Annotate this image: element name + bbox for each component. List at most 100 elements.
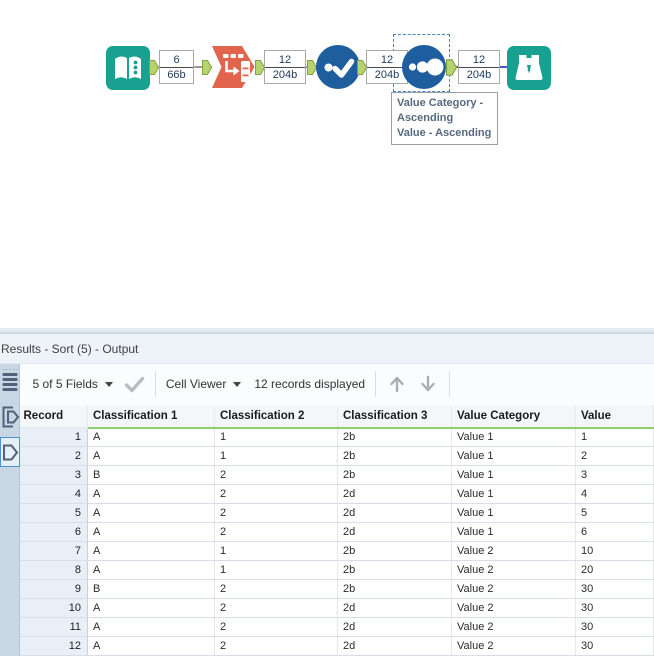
record-count-badge: 12 204b [458,50,500,84]
column-header-classification-1[interactable]: Classification 1 [87,404,215,429]
record-number-cell: 5 [19,503,88,523]
data-cell: 2d [337,503,452,523]
transpose-icon [212,46,255,88]
data-cell: 2b [337,579,452,599]
data-cell: 2 [214,465,338,485]
column-header-classification-3[interactable]: Classification 3 [337,404,452,429]
results-panel: Results - Sort (5) - Output ..... 5 of 5… [0,328,654,656]
table-row[interactable]: 10 A 2 2d Value 2 30 [19,598,654,618]
record-number-cell: 12 [19,636,88,656]
table-row[interactable]: 2 A 1 2b Value 12 [19,446,654,466]
data-cell: Value 1 [451,484,576,504]
record-count: 12 [265,53,305,68]
record-count: 12 [459,53,499,68]
output-anchor-icon [2,444,18,460]
data-cell: 2b [337,541,452,561]
data-cell: 2d [337,598,452,618]
data-cell: A [87,598,215,618]
records-displayed-label: 12 records displayed [254,377,366,392]
chevron-down-icon [104,381,113,387]
fields-label: 5 of 5 Fields [32,377,98,392]
record-number-cell: 2 [19,446,88,466]
table-row[interactable]: 1 A 1 2b Value 11 [19,427,654,447]
browse-tool[interactable] [507,46,551,90]
scroll-down-icon[interactable] [417,373,439,395]
toolbar-separator [375,371,377,398]
data-cell: 1 [214,560,338,580]
output-anchor[interactable] [149,60,159,75]
data-cell: A [87,617,215,637]
input-data-icon [106,46,150,90]
browse-binoculars-icon [507,46,551,90]
output-anchor[interactable] [446,59,457,76]
data-cell: 2 [575,446,654,466]
record-count: 6 [160,53,193,68]
data-cell: 1 [214,446,338,466]
record-count-badge: 6 66b [159,50,194,84]
table-row[interactable]: 3 B 2 2b Value 13 [19,465,654,485]
data-cell: A [87,484,215,504]
byte-count: 66b [167,68,186,81]
data-cell: 1 [214,541,338,561]
table-row[interactable]: 11 A 2 2d Value 2 30 [19,617,654,637]
input-data-tool[interactable] [106,46,150,90]
data-cell: 2 [214,617,338,637]
table-row[interactable]: 7 A 1 2b Value 2 10 [19,541,654,561]
fields-dropdown[interactable]: 5 of 5 Fields [33,377,113,391]
data-cell: 2 [214,579,338,599]
column-header-record[interactable]: Record [19,404,88,429]
record-number-cell: 10 [19,598,88,618]
workflow-canvas[interactable]: 6 66b 12 204b 12 204b 12 204b Value Cate… [0,0,654,328]
results-table: Record Classification 1 Classification 2… [19,404,654,656]
toolbar-separator [154,371,156,398]
data-cell: 2 [214,522,338,542]
record-number-cell: 4 [19,484,88,504]
record-number-cell: 7 [19,541,88,561]
data-cell: Value 2 [451,617,576,637]
input-anchor-icon[interactable] [1,405,20,429]
data-cell: A [87,522,215,542]
column-header-value-category[interactable]: Value Category [451,404,576,429]
transpose-tool[interactable] [211,45,256,89]
table-row[interactable]: 12 A 2 2d Value 2 30 [19,636,654,656]
apply-check-icon[interactable] [124,376,145,393]
results-table-rows: 1 A 1 2b Value 1 1 2 A 1 2b Value 1 2 3 B 2 2b Value 134… [19,427,654,656]
data-cell: 2b [337,427,452,447]
table-row[interactable]: 8 A 1 2b Value 2 20 [19,560,654,580]
table-row[interactable]: 4 A 2 2d Value 14 [19,484,654,504]
table-row[interactable]: 9 B 2 2b Value 2 30 [19,579,654,599]
data-cell: Value 1 [451,427,576,447]
data-cell: 30 [575,636,654,656]
data-grid-icon[interactable] [1,371,19,392]
table-row[interactable]: 6 A 2 2d Value 16 [19,522,654,542]
data-cell: 2d [337,636,452,656]
record-count: 12 [367,53,407,68]
byte-count: 204b [466,68,492,81]
byte-count: 204b [272,68,298,81]
data-cell: B [87,579,215,599]
cell-viewer-dropdown[interactable]: Cell Viewer [166,377,242,391]
data-cell: 20 [575,560,654,580]
data-cell: Value 1 [451,465,576,485]
data-cell: A [87,636,215,656]
data-cell: Value 2 [451,598,576,618]
column-header-classification-2[interactable]: Classification 2 [214,404,338,429]
data-cell: 30 [575,617,654,637]
data-cell: Value 1 [451,522,576,542]
sort-tool[interactable] [402,45,446,89]
record-number-cell: 9 [19,579,88,599]
record-number-cell: 6 [19,522,88,542]
data-cell: 6 [575,522,654,542]
output-anchor-button[interactable] [0,437,20,467]
sort-annotation: Value Category - Ascending Value - Ascen… [391,92,498,145]
data-cell: 1 [214,427,338,447]
scroll-up-icon[interactable] [386,373,408,395]
results-title: Results - Sort (5) - Output [0,334,654,364]
toolbar-separator [449,371,451,398]
record-number-cell: 1 [19,427,88,447]
data-cell: Value 1 [451,446,576,466]
data-cell: Value 2 [451,560,576,580]
unique-tool[interactable] [316,45,360,89]
column-header-value[interactable]: Value [575,404,654,429]
table-row[interactable]: 5 A 2 2d Value 15 [19,503,654,523]
